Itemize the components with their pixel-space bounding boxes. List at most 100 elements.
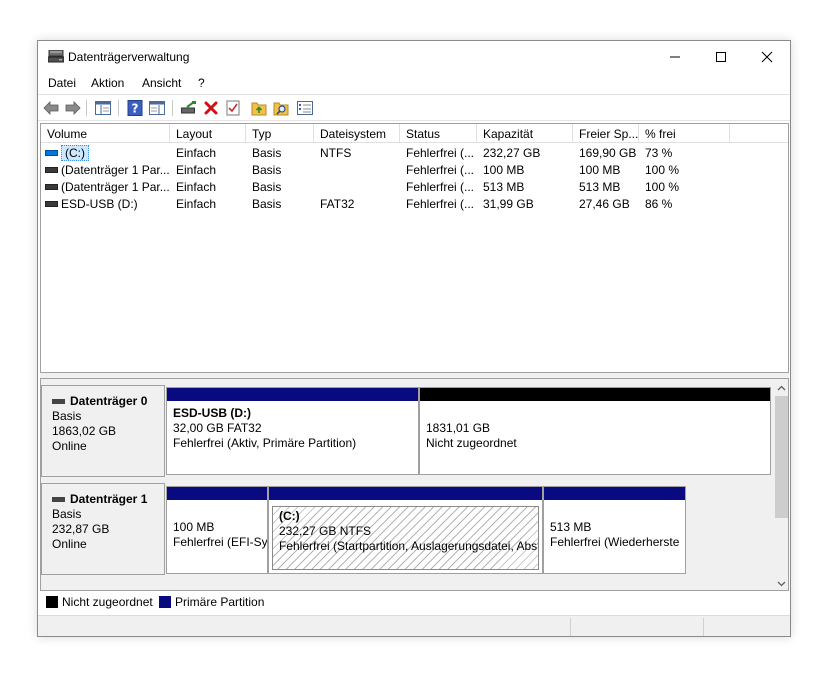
volume-percent-free: 100 % [645, 180, 680, 194]
disk-type: Basis [52, 409, 82, 423]
status-bar-separator [703, 618, 704, 636]
check-properties-button[interactable] [224, 99, 242, 117]
menu-aktion[interactable]: Aktion [91, 76, 124, 90]
search-folder-icon [273, 102, 289, 116]
disk-management-window: Datenträgerverwaltung Datei Aktion Ansic… [37, 40, 791, 637]
chevron-up-icon [777, 385, 786, 390]
partition-unallocated[interactable]: 1831,01 GB Nicht zugeordnet [419, 387, 771, 475]
partition-bar-primary [167, 388, 418, 401]
menu-ansicht[interactable]: Ansicht [142, 76, 181, 90]
connect-disk-button[interactable] [180, 99, 198, 117]
volume-row-partition-2[interactable]: (Datenträger 1 Par... Einfach Basis Fehl… [41, 179, 788, 196]
menu-datei[interactable]: Datei [48, 76, 76, 90]
volume-type: Basis [252, 163, 282, 177]
disk-title: Datenträger 1 [70, 492, 148, 506]
partition-details: 1831,01 GB Nicht zugeordnet [420, 401, 770, 474]
partition-esd-usb[interactable]: ESD-USB (D:) 32,00 GB FAT32 Fehlerfrei (… [166, 387, 419, 475]
partition-size: 232,27 GB NTFS [279, 524, 372, 538]
delete-x-icon [204, 101, 218, 115]
volume-name: ESD-USB (D:) [61, 197, 138, 211]
disk-0-info[interactable]: Datenträger 0 Basis 1863,02 GB Online [41, 385, 165, 477]
search-folder-button[interactable] [272, 99, 290, 117]
close-button[interactable] [744, 41, 790, 72]
delete-button[interactable] [202, 99, 220, 117]
partition-efi[interactable]: 100 MB Fehlerfrei (EFI-Sy [166, 486, 268, 574]
volume-row-c[interactable]: (C:) Einfach Basis NTFS Fehlerfrei (... … [41, 145, 788, 162]
partition-bar-unallocated [420, 388, 770, 401]
toolbar-separator [172, 100, 173, 116]
partition-size: 513 MB [550, 520, 592, 534]
back-button[interactable] [42, 99, 60, 117]
maximize-icon [716, 51, 726, 62]
new-folder-button[interactable] [250, 99, 268, 117]
forward-button[interactable] [64, 99, 82, 117]
volume-capacity: 31,99 GB [483, 197, 534, 211]
disk-title: Datenträger 0 [70, 394, 148, 408]
volume-capacity: 232,27 GB [483, 146, 541, 160]
window-title: Datenträgerverwaltung [68, 50, 190, 64]
volume-list[interactable]: Volume Layout Typ Dateisystem Status Kap… [40, 123, 789, 373]
partition-details: 513 MB Fehlerfrei (Wiederherste [544, 500, 685, 573]
partition-recovery[interactable]: 513 MB Fehlerfrei (Wiederherste [543, 486, 686, 574]
scroll-down-button[interactable] [773, 575, 788, 590]
back-arrow-icon [43, 101, 59, 115]
status-bar [38, 615, 790, 636]
scroll-thumb[interactable] [775, 396, 788, 518]
volume-capacity: 513 MB [483, 180, 525, 194]
help-button[interactable]: ? [126, 99, 144, 117]
toolbar-separator [118, 100, 119, 116]
disk-drive-icon [52, 497, 65, 502]
toolbar: ? [38, 94, 790, 121]
minimize-button[interactable] [652, 41, 698, 72]
legend-label-unallocated: Nicht zugeordnet [62, 595, 153, 609]
volume-layout: Einfach [176, 163, 217, 177]
chevron-down-icon [777, 581, 786, 586]
forward-arrow-icon [65, 101, 81, 115]
console-tree-button[interactable] [94, 99, 112, 117]
volume-name: (Datenträger 1 Par... [61, 180, 170, 194]
column-dateisystem[interactable]: Dateisystem [314, 124, 400, 143]
disk-type: Basis [52, 507, 82, 521]
volume-type: Basis [252, 197, 282, 211]
column-kapazitaet[interactable]: Kapazität [477, 124, 573, 143]
partition-details: 100 MB Fehlerfrei (EFI-Sy [167, 500, 267, 573]
disk-state: Online [52, 439, 87, 453]
volume-free-space: 27,46 GB [579, 197, 630, 211]
column-prozent-frei[interactable]: % frei [639, 124, 730, 143]
disk-drive-icon [52, 399, 65, 404]
partition-status: Fehlerfrei (Wiederherste [550, 535, 680, 549]
volume-list-header: Volume Layout Typ Dateisystem Status Kap… [41, 124, 788, 143]
partition-title: ESD-USB (D:) [173, 406, 251, 420]
volume-type: Basis [252, 146, 282, 160]
volume-filesystem: FAT32 [320, 197, 355, 211]
partition-c[interactable]: (C:) 232,27 GB NTFS Fehlerfrei (Startpar… [268, 486, 543, 574]
volume-free-space: 169,90 GB [579, 146, 637, 160]
volume-status: Fehlerfrei (... [406, 180, 475, 194]
checklist-icon [226, 100, 240, 116]
close-icon [761, 51, 773, 62]
column-typ[interactable]: Typ [246, 124, 314, 143]
legend: Nicht zugeordnet Primäre Partition [40, 592, 789, 613]
scroll-up-button[interactable] [773, 379, 788, 396]
menu-help[interactable]: ? [198, 76, 205, 90]
partition-status: Fehlerfrei (Aktiv, Primäre Partition) [173, 436, 357, 450]
volume-row-partition-1[interactable]: (Datenträger 1 Par... Einfach Basis Fehl… [41, 162, 788, 179]
column-status[interactable]: Status [400, 124, 477, 143]
volume-percent-free: 100 % [645, 163, 680, 177]
volume-drive-icon [45, 167, 58, 173]
settings-list-button[interactable] [296, 99, 314, 117]
properties-view-button[interactable] [148, 99, 166, 117]
legend-swatch-unallocated [46, 596, 58, 608]
disk-1-info[interactable]: Datenträger 1 Basis 232,87 GB Online [41, 483, 165, 575]
column-volume[interactable]: Volume [41, 124, 170, 143]
properties-view-icon [149, 101, 165, 115]
column-freier-speicher[interactable]: Freier Sp... [573, 124, 639, 143]
volume-row-esd-usb[interactable]: ESD-USB (D:) Einfach Basis FAT32 Fehlerf… [41, 196, 788, 213]
disk-map-scrollbar[interactable] [773, 379, 788, 590]
volume-free-space: 100 MB [579, 163, 621, 177]
partition-details: ESD-USB (D:) 32,00 GB FAT32 Fehlerfrei (… [167, 401, 418, 474]
maximize-button[interactable] [698, 41, 744, 72]
title-bar[interactable]: Datenträgerverwaltung [38, 41, 790, 72]
column-layout[interactable]: Layout [170, 124, 246, 143]
partition-bar-primary [269, 487, 542, 500]
